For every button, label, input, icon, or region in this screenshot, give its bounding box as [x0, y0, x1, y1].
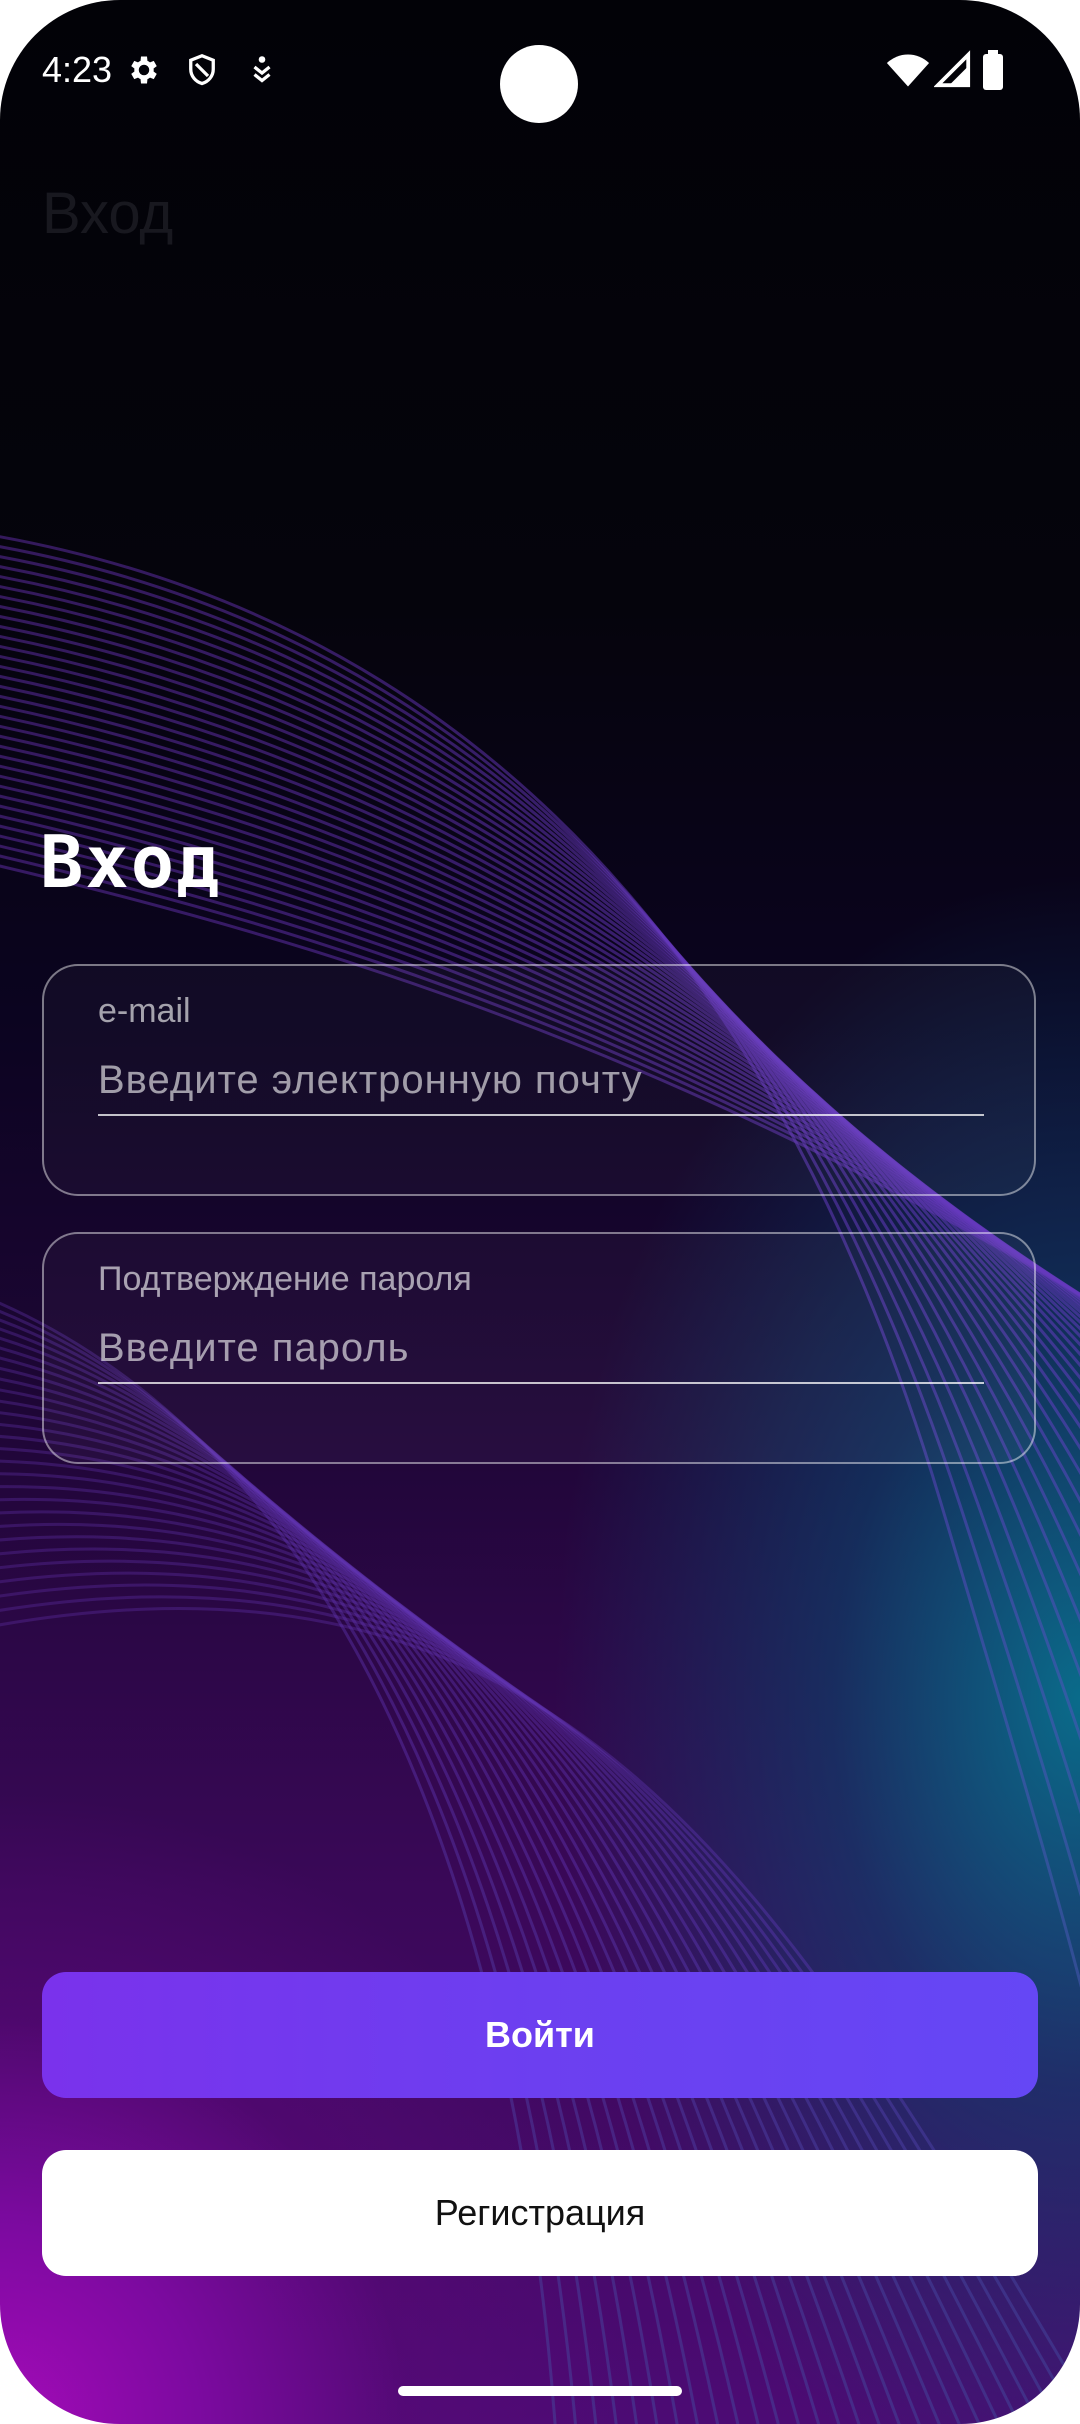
- wave-line: [0, 1472, 881, 2424]
- register-button[interactable]: Регистрация: [42, 2150, 1038, 2276]
- settings-gear-icon: [131, 56, 157, 84]
- wave-line: [0, 1459, 861, 2424]
- email-field-card: e-mail: [42, 964, 1036, 1196]
- wave-line: [0, 1510, 941, 2424]
- email-field[interactable]: [98, 1046, 984, 1116]
- wifi-icon: [886, 54, 930, 87]
- login-button[interactable]: Войти: [42, 1972, 1038, 2098]
- battery-icon: [983, 50, 1003, 90]
- status-time: 4:23: [42, 49, 113, 90]
- password-field-label: Подтверждение пароля: [98, 1260, 472, 1298]
- download-person-icon: [253, 56, 271, 83]
- cellular-signal-icon: [934, 50, 971, 88]
- password-field[interactable]: [98, 1314, 984, 1384]
- status-bar: 4:23: [0, 0, 1080, 140]
- phone-screen: 4:23 Вход Вход e-mail Подтв: [0, 0, 1080, 2424]
- password-field-card: Подтверждение пароля: [42, 1232, 1036, 1464]
- page-title: Вход: [40, 820, 222, 904]
- home-indicator[interactable]: [398, 2386, 682, 2396]
- front-camera: [500, 45, 578, 123]
- shield-icon: [189, 53, 215, 86]
- email-field-label: e-mail: [98, 992, 191, 1030]
- wave-line: [0, 1497, 921, 2424]
- app-bar-title: Вход: [42, 181, 174, 246]
